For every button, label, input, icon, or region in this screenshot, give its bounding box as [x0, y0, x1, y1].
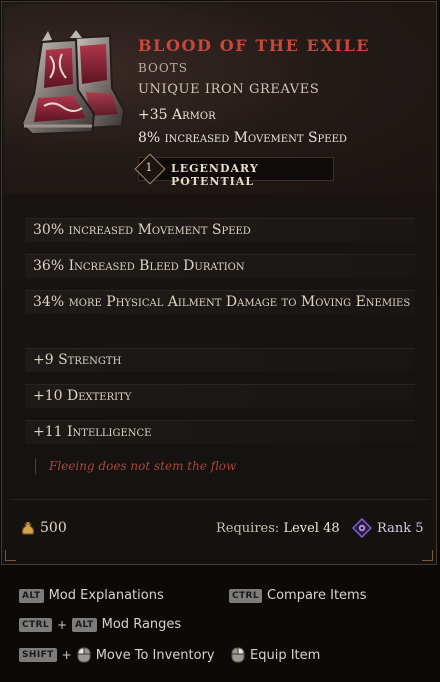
item-name: Blood of the Exile — [138, 36, 371, 55]
rank-label: Rank 5 — [377, 520, 424, 536]
affix-line: 30% increased Movement Speed — [25, 218, 415, 242]
hint-mod-ranges: CTRL + ALT Mod Ranges — [19, 617, 181, 632]
hint-compare-items: CTRL Compare Items — [229, 588, 366, 603]
rank-group: Rank 5 — [352, 518, 424, 538]
frame-corner — [5, 550, 16, 561]
plus-sign: + — [61, 648, 72, 662]
gold-value-group: 500 — [20, 520, 67, 536]
hint-equip-item: Equip Item — [231, 647, 320, 663]
gold-pouch-icon — [21, 522, 35, 535]
hint-label: Mod Explanations — [48, 588, 164, 603]
requires-level: Level 48 — [283, 521, 340, 536]
hint-label: Mod Ranges — [101, 617, 182, 632]
affix-line: 34% more Physical Ailment Damage to Movi… — [25, 290, 415, 314]
hint-label: Move To Inventory — [95, 647, 215, 663]
key-ctrl: CTRL — [19, 617, 53, 632]
mouse-left-click-icon — [77, 647, 91, 663]
mouse-right-click-icon — [231, 647, 245, 663]
hint-move-to-inventory: SHIFT + Move To Inventory — [19, 647, 215, 663]
item-header: Blood of the Exile Boots Unique Iron Gre… — [4, 4, 434, 194]
item-base-type: Unique Iron Greaves — [138, 82, 320, 97]
implicit-stat: +35 Armor — [138, 107, 216, 123]
lore-text: Fleeing does not stem the flow — [35, 458, 236, 474]
affix-line: 36% Increased Bleed Duration — [25, 254, 415, 278]
footer-divider — [12, 499, 428, 500]
legendary-potential-bar: 1 Legendary Potential — [134, 153, 334, 188]
hint-label: Equip Item — [250, 647, 321, 663]
implicit-stat: 8% increased Movement Speed — [138, 130, 347, 146]
key-alt: ALT — [19, 588, 44, 603]
frame-corner — [422, 550, 433, 561]
legendary-potential-count: 1 — [145, 161, 153, 174]
requires-label: Requires: — [216, 521, 280, 536]
legendary-potential-label: Legendary Potential — [171, 162, 259, 188]
affix-line: +10 Dexterity — [25, 384, 415, 408]
crimson-iron-boots-icon — [20, 30, 126, 136]
key-shift: SHIFT — [19, 648, 57, 662]
plus-sign: + — [57, 617, 68, 632]
key-ctrl: CTRL — [229, 588, 263, 603]
rank-eye-icon — [352, 518, 372, 538]
affix-line: +9 Strength — [25, 348, 415, 372]
affix-line: +11 Intelligence — [25, 420, 415, 444]
level-requirement: Requires: Level 48 — [216, 521, 340, 536]
item-tooltip: Blood of the Exile Boots Unique Iron Gre… — [1, 1, 437, 565]
gold-value: 500 — [40, 520, 67, 536]
key-alt: ALT — [72, 617, 97, 632]
hint-mod-explanations: ALT Mod Explanations — [19, 588, 164, 603]
item-type: Boots — [138, 61, 188, 75]
hint-label: Compare Items — [267, 588, 367, 603]
keybind-hints: ALT Mod Explanations CTRL Compare Items … — [0, 568, 440, 682]
